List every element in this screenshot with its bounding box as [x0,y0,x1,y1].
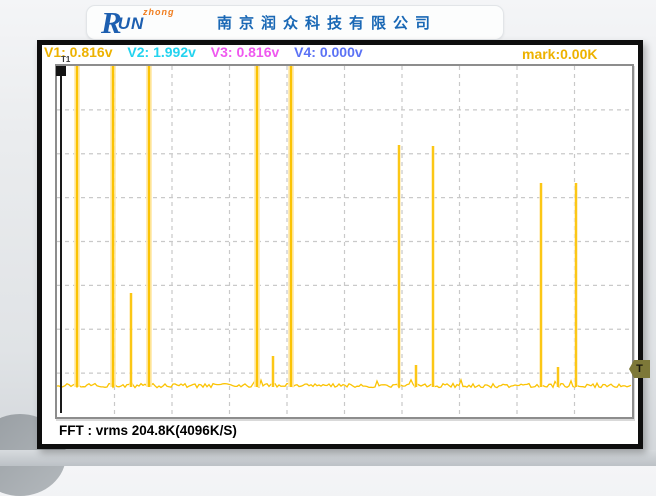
brand-header: RUN zhong 南京润众科技有限公司 [86,5,504,40]
fft-status-text: FFT : vrms 204.8K(4096K/S) [59,423,237,438]
channel-readouts: V1: 0.816v V2: 1.992v V3: 0.816v V4: 0.0… [44,44,374,61]
readout-v2: V2: 1.992v [127,44,196,60]
fft-spectrum-svg [57,66,632,417]
logo-superscript: zhong [143,7,175,17]
bezel-bottom-edge [0,450,656,466]
runzhong-logo: RUN zhong [101,10,193,36]
mark-readout: mark:0.00K [522,46,598,62]
readout-v1: V1: 0.816v [44,44,113,60]
company-name: 南京润众科技有限公司 [217,12,437,33]
fft-plot-area [55,64,634,419]
cursor-t1-handle[interactable] [56,66,66,76]
cursor-t1-label: T1 [61,55,70,64]
readout-v4: V4: 0.000v [294,44,363,60]
readout-v3: V3: 0.816v [211,44,280,60]
logo-caps: UN [118,14,145,33]
